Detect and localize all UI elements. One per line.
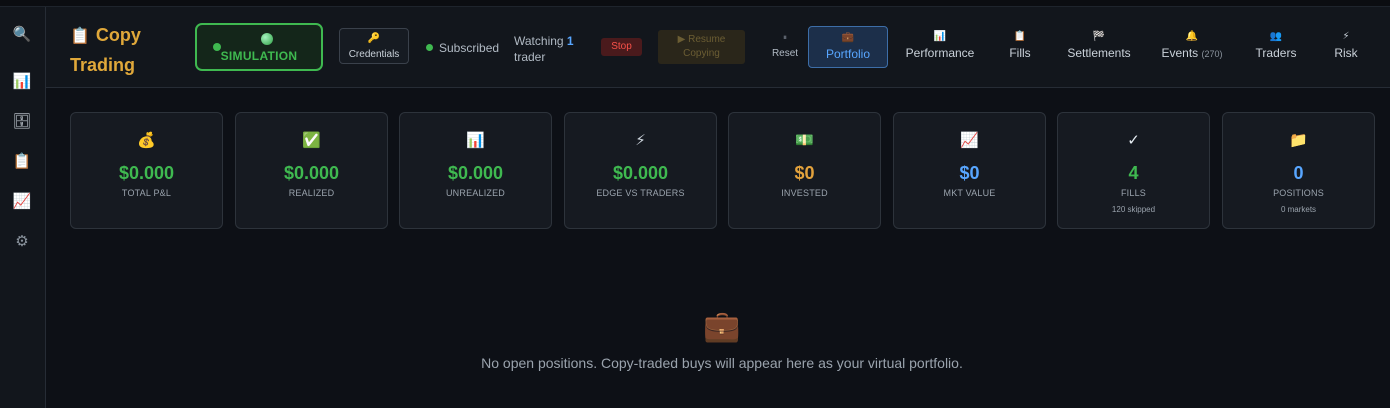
stat-value: $0.000 <box>447 163 504 183</box>
resume-label-line2: Copying <box>683 48 720 59</box>
app-title-line2: Trading <box>70 55 136 75</box>
tab-label: Performance <box>905 46 975 60</box>
stat-sublabel: 120 skipped <box>1111 205 1156 214</box>
clipboard-icon: 📋 <box>1013 31 1027 42</box>
tab-portfolio[interactable]: 💼 Portfolio <box>808 26 888 68</box>
app-title: 📋 Copy Trading <box>70 21 180 79</box>
stat-card-edge-vs-traders: ⚡ $0.000 EDGE VS TRADERS <box>564 112 717 229</box>
stat-label: EDGE VS TRADERS <box>596 188 685 198</box>
watching-count: 1 <box>566 34 574 48</box>
stat-value: $0 <box>794 163 815 183</box>
credentials-button[interactable]: 🔑 Credentials <box>339 28 409 64</box>
sidebar-rail: 🔍 📊 🗄 📋 📈 ⚙ <box>0 7 46 408</box>
lightning-icon: ⚡ <box>635 132 646 149</box>
tab-label: Settlements <box>1067 46 1131 60</box>
database-icon[interactable]: 🗄 <box>11 110 33 132</box>
stat-card-mkt-value: 📈 $0 MKT VALUE <box>893 112 1046 229</box>
stat-card-fills: ✓ 4 FILLS 120 skipped <box>1057 112 1210 229</box>
tab-label-wrap: Events (270) <box>1156 46 1228 60</box>
subscribed-status-dot <box>426 44 433 51</box>
tab-label: Events <box>1161 46 1199 60</box>
checkmark-icon: ✓ <box>1127 132 1140 149</box>
simulation-mode-label: SIMULATION <box>220 49 298 63</box>
tab-traders[interactable]: 👥 Traders <box>1250 26 1302 68</box>
empty-state-message: No open positions. Copy-traded buys will… <box>481 355 963 371</box>
bar-chart-icon: 📊 <box>933 31 947 42</box>
top-header: 📋 Copy Trading SIMULATION 🔑 Credentials S… <box>46 7 1390 88</box>
stat-card-unrealized: 📊 $0.000 UNREALIZED <box>399 112 552 229</box>
tab-label: Fills <box>1009 46 1031 60</box>
gear-icon[interactable]: ⚙ <box>11 230 33 252</box>
stat-label: MKT VALUE <box>943 188 996 198</box>
tab-events[interactable]: 🔔 Events (270) <box>1156 26 1228 68</box>
mode-orb-icon <box>261 33 273 45</box>
bar-chart-icon: 📊 <box>466 132 485 149</box>
folder-icon: 📁 <box>1289 132 1308 149</box>
stat-label: POSITIONS <box>1273 188 1324 198</box>
users-icon: 👥 <box>1269 31 1283 42</box>
dollar-bill-icon: 💵 <box>795 132 814 149</box>
tab-performance[interactable]: 📊 Performance <box>899 26 981 68</box>
events-count-badge: (270) <box>1201 49 1223 59</box>
stat-card-total-pnl: 💰 $0.000 TOTAL P&L <box>70 112 223 229</box>
check-box-icon: ✅ <box>302 132 321 149</box>
briefcase-icon: 💼 <box>841 32 855 43</box>
briefcase-icon: 💼 <box>703 310 741 343</box>
clipboard-icon[interactable]: 📋 <box>11 150 33 172</box>
stat-card-positions: 📁 0 POSITIONS 0 markets <box>1222 112 1375 229</box>
watching-suffix: trader <box>514 50 546 64</box>
stat-value: 4 <box>1128 163 1139 183</box>
stat-label: UNREALIZED <box>445 188 505 198</box>
stat-sublabel: 0 markets <box>1280 205 1317 214</box>
stat-label: TOTAL P&L <box>121 188 172 198</box>
stat-label: REALIZED <box>288 188 335 198</box>
pause-icon: ⏸ <box>783 33 787 42</box>
search-icon[interactable]: 🔍 <box>11 23 33 45</box>
checkered-flag-icon: 🏁 <box>1092 31 1106 42</box>
key-icon: 🔑 <box>367 33 381 44</box>
stat-label: INVESTED <box>781 188 828 198</box>
stat-value: $0.000 <box>118 163 175 183</box>
reset-label: Reset <box>771 48 799 59</box>
resume-copying-button[interactable]: ▶ Resume Copying <box>658 30 745 64</box>
tab-risk[interactable]: ⚡ Risk <box>1326 26 1366 68</box>
stat-value: $0.000 <box>612 163 669 183</box>
tab-fills[interactable]: 📋 Fills <box>1000 26 1040 68</box>
watching-status: Watching 1 trader <box>514 33 584 65</box>
credentials-label: Credentials <box>348 49 400 60</box>
window-top-edge <box>0 0 1390 7</box>
tab-settlements[interactable]: 🏁 Settlements <box>1058 26 1140 68</box>
stat-value: $0 <box>959 163 980 183</box>
stat-label: FILLS <box>1120 188 1146 198</box>
watching-prefix: Watching <box>514 34 564 48</box>
clipboard-icon: 📋 <box>70 28 90 45</box>
tab-label: Traders <box>1255 46 1297 60</box>
subscribed-status-text: Subscribed <box>439 41 500 55</box>
stop-button[interactable]: Stop <box>601 38 642 56</box>
tab-label: Portfolio <box>825 47 871 61</box>
resume-label-line1: ▶ Resume <box>677 34 726 45</box>
bell-icon: 🔔 <box>1185 31 1199 42</box>
bar-chart-icon[interactable]: 📊 <box>11 70 33 92</box>
lightning-icon: ⚡ <box>1342 31 1350 42</box>
tab-label: Risk <box>1334 46 1358 60</box>
stat-card-realized: ✅ $0.000 REALIZED <box>235 112 388 229</box>
stat-value: 0 <box>1293 163 1304 183</box>
app-title-line1: Copy <box>95 25 141 45</box>
stat-value: $0.000 <box>283 163 340 183</box>
simulation-mode-button[interactable]: SIMULATION <box>195 23 323 71</box>
stat-card-invested: 💵 $0 INVESTED <box>728 112 881 229</box>
money-bag-icon: 💰 <box>137 132 156 149</box>
line-chart-icon[interactable]: 📈 <box>11 190 33 212</box>
line-chart-icon: 📈 <box>960 132 979 149</box>
reset-button[interactable]: ⏸ Reset <box>768 33 802 59</box>
